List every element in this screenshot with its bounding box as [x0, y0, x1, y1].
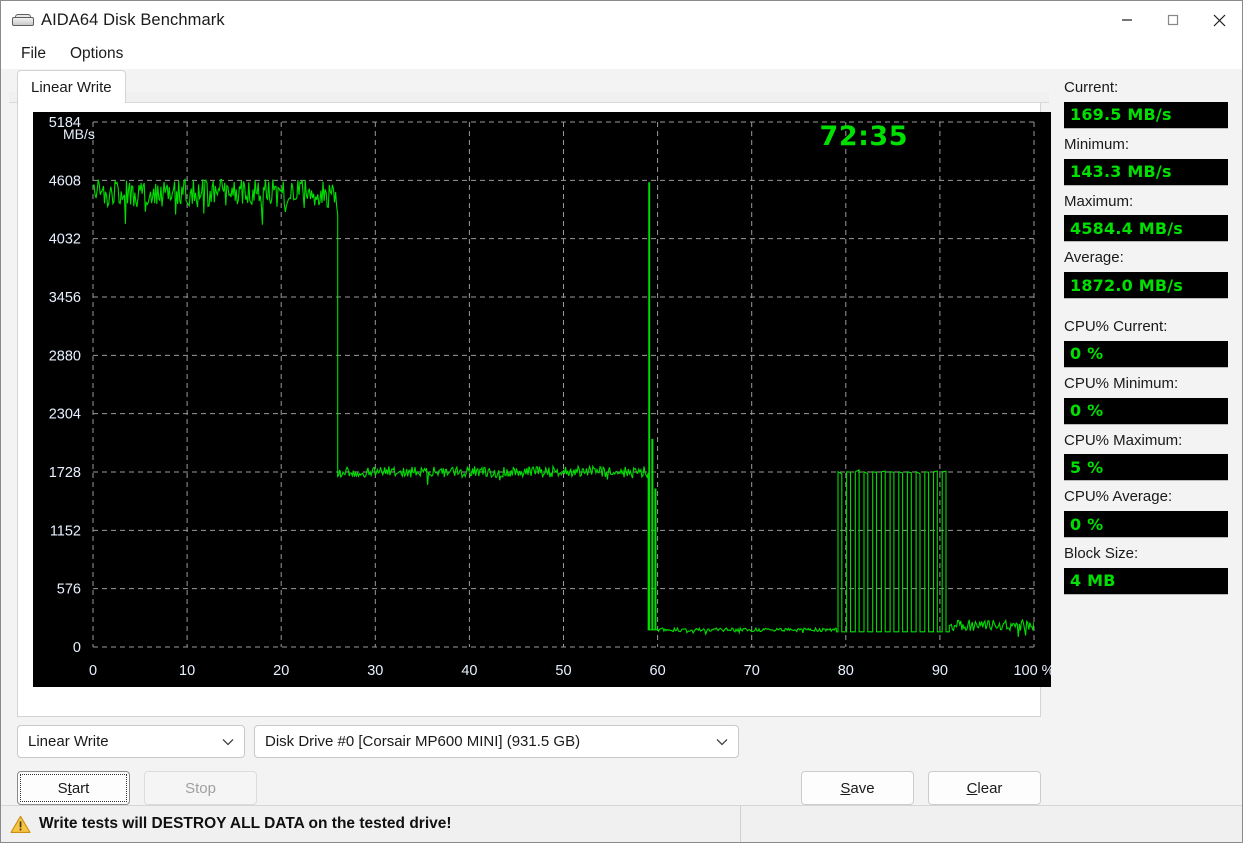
chart-unit-label: MB/s	[63, 126, 95, 142]
stop-label: Stop	[185, 779, 216, 797]
stat-value: 169.5 MB/s	[1064, 101, 1228, 129]
stats-panel: Current: 169.5 MB/s Minimum: 143.3 MB/s Maxi…	[1049, 69, 1242, 805]
chart-container: 0 576 1152 1728 2304 2880 3456 4032 4608 5184 0 10…	[17, 103, 1051, 717]
y-tick-label: 0	[73, 640, 81, 656]
save-label: Save	[840, 779, 875, 797]
clear-button[interactable]: Clear	[928, 771, 1041, 805]
benchmark-graph: 0 576 1152 1728 2304 2880 3456 4032 4608 5184 0 10…	[33, 112, 1051, 687]
window-title: AIDA64 Disk Benchmark	[41, 10, 225, 29]
drive-value: Disk Drive #0 [Corsair MP600 MINI] (931.…	[265, 733, 581, 750]
stat-item: Average: 1872.0 MB/s	[1064, 249, 1228, 299]
start-label: Start	[57, 779, 90, 797]
x-tick-label: 100 %	[1013, 663, 1051, 679]
x-tick-label: 10	[179, 663, 195, 679]
stat-caption: Block Size:	[1064, 545, 1139, 562]
stat-item: CPU% Average: 0 %	[1064, 488, 1228, 538]
stat-item: CPU% Maximum: 5 %	[1064, 432, 1228, 482]
y-tick-label: 1728	[49, 465, 81, 481]
tab-linear-write[interactable]: Linear Write	[17, 70, 126, 103]
x-tick-label: 0	[89, 663, 97, 679]
stat-item: CPU% Minimum: 0 %	[1064, 375, 1228, 425]
status-bar: Write tests will DESTROY ALL DATA on the…	[1, 805, 1242, 842]
stat-item: CPU% Current: 0 %	[1064, 318, 1228, 368]
stat-caption: CPU% Current:	[1064, 318, 1168, 335]
chevron-down-icon	[222, 733, 234, 750]
x-tick-label: 80	[838, 663, 854, 679]
tab-strip-filler	[9, 92, 1049, 103]
stat-item: Current: 169.5 MB/s	[1064, 79, 1228, 129]
window-controls	[1104, 1, 1242, 39]
drive-select[interactable]: Disk Drive #0 [Corsair MP600 MINI] (931.…	[254, 725, 739, 758]
title-bar: AIDA64 Disk Benchmark	[1, 1, 1242, 39]
x-tick-label: 30	[367, 663, 383, 679]
stat-caption: CPU% Average:	[1064, 488, 1173, 506]
stat-value: 0 %	[1064, 511, 1228, 538]
elapsed-timer: 72:35	[819, 121, 908, 152]
buttons-row: Start Stop Save Clear	[17, 771, 1041, 805]
y-tick-label: 2304	[49, 407, 81, 423]
stop-button: Stop	[144, 771, 257, 805]
selectors-row: Linear Write Disk Drive #0 [Corsair MP60…	[17, 725, 1041, 758]
y-tick-label: 4608	[49, 173, 81, 189]
x-tick-label: 60	[650, 663, 666, 679]
menu-bar: File Options	[1, 39, 1242, 69]
disk-icon	[11, 9, 34, 31]
y-tick-label: 2880	[49, 348, 81, 364]
menu-options[interactable]: Options	[60, 42, 133, 66]
stat-value: 143.3 MB/s	[1064, 158, 1228, 186]
controls-area: Linear Write Disk Drive #0 [Corsair MP60…	[9, 717, 1049, 805]
clear-label: Clear	[966, 779, 1003, 797]
x-tick-label: 50	[555, 663, 571, 679]
panel-edge	[1239, 69, 1242, 805]
body-area: Linear Write 0 576 1152 1728 2304 2880 3456 403…	[1, 69, 1242, 805]
warning-triangle-icon	[10, 815, 31, 834]
test-mode-value: Linear Write	[28, 733, 109, 750]
stat-value: 4 MB	[1064, 567, 1228, 595]
stat-caption: Average:	[1064, 249, 1124, 267]
x-tick-label: 90	[932, 663, 948, 679]
menu-file[interactable]: File	[11, 42, 56, 66]
stat-item: Block Size: 4 MB	[1064, 545, 1228, 595]
stat-item: Maximum: 4584.4 MB/s	[1064, 193, 1228, 243]
stat-value: 5 %	[1064, 454, 1228, 482]
test-mode-select[interactable]: Linear Write	[17, 725, 245, 758]
stat-item: Minimum: 143.3 MB/s	[1064, 136, 1228, 186]
tab-label: Linear Write	[31, 78, 112, 96]
x-tick-label: 70	[744, 663, 760, 679]
chevron-down-icon	[716, 733, 728, 750]
minimize-button[interactable]	[1104, 1, 1150, 39]
stat-value: 4584.4 MB/s	[1064, 215, 1228, 243]
stat-caption: CPU% Maximum:	[1064, 431, 1183, 449]
warning-message: Write tests will DESTROY ALL DATA on the…	[1, 806, 740, 842]
x-tick-label: 40	[461, 663, 477, 679]
y-tick-label: 3456	[49, 290, 81, 306]
save-button[interactable]: Save	[801, 771, 914, 805]
warning-text: Write tests will DESTROY ALL DATA on the…	[39, 815, 452, 832]
stat-value: 0 %	[1064, 340, 1228, 368]
y-tick-label: 4032	[49, 232, 81, 248]
start-button[interactable]: Start	[17, 771, 130, 805]
stat-caption: Current:	[1064, 79, 1119, 96]
x-tick-label: 20	[273, 663, 289, 679]
close-button[interactable]	[1196, 1, 1242, 39]
graph-svg: 057611521728230428803456403246085184 0 10…	[33, 112, 1051, 687]
stat-value: 0 %	[1064, 397, 1228, 425]
stat-caption: Maximum:	[1064, 192, 1134, 210]
stat-caption: CPU% Minimum:	[1064, 374, 1179, 392]
status-extra-area	[741, 806, 1242, 842]
y-tick-label: 1152	[50, 523, 81, 539]
app-window: AIDA64 Disk Benchmark File Options Linea…	[0, 0, 1243, 843]
y-tick-label: 576	[57, 582, 81, 598]
maximize-button[interactable]	[1150, 1, 1196, 39]
left-column: Linear Write 0 576 1152 1728 2304 2880 3456 403…	[1, 69, 1051, 805]
stat-value: 1872.0 MB/s	[1064, 272, 1228, 299]
stat-caption: Minimum:	[1064, 135, 1130, 153]
tab-strip: Linear Write	[9, 70, 1049, 103]
